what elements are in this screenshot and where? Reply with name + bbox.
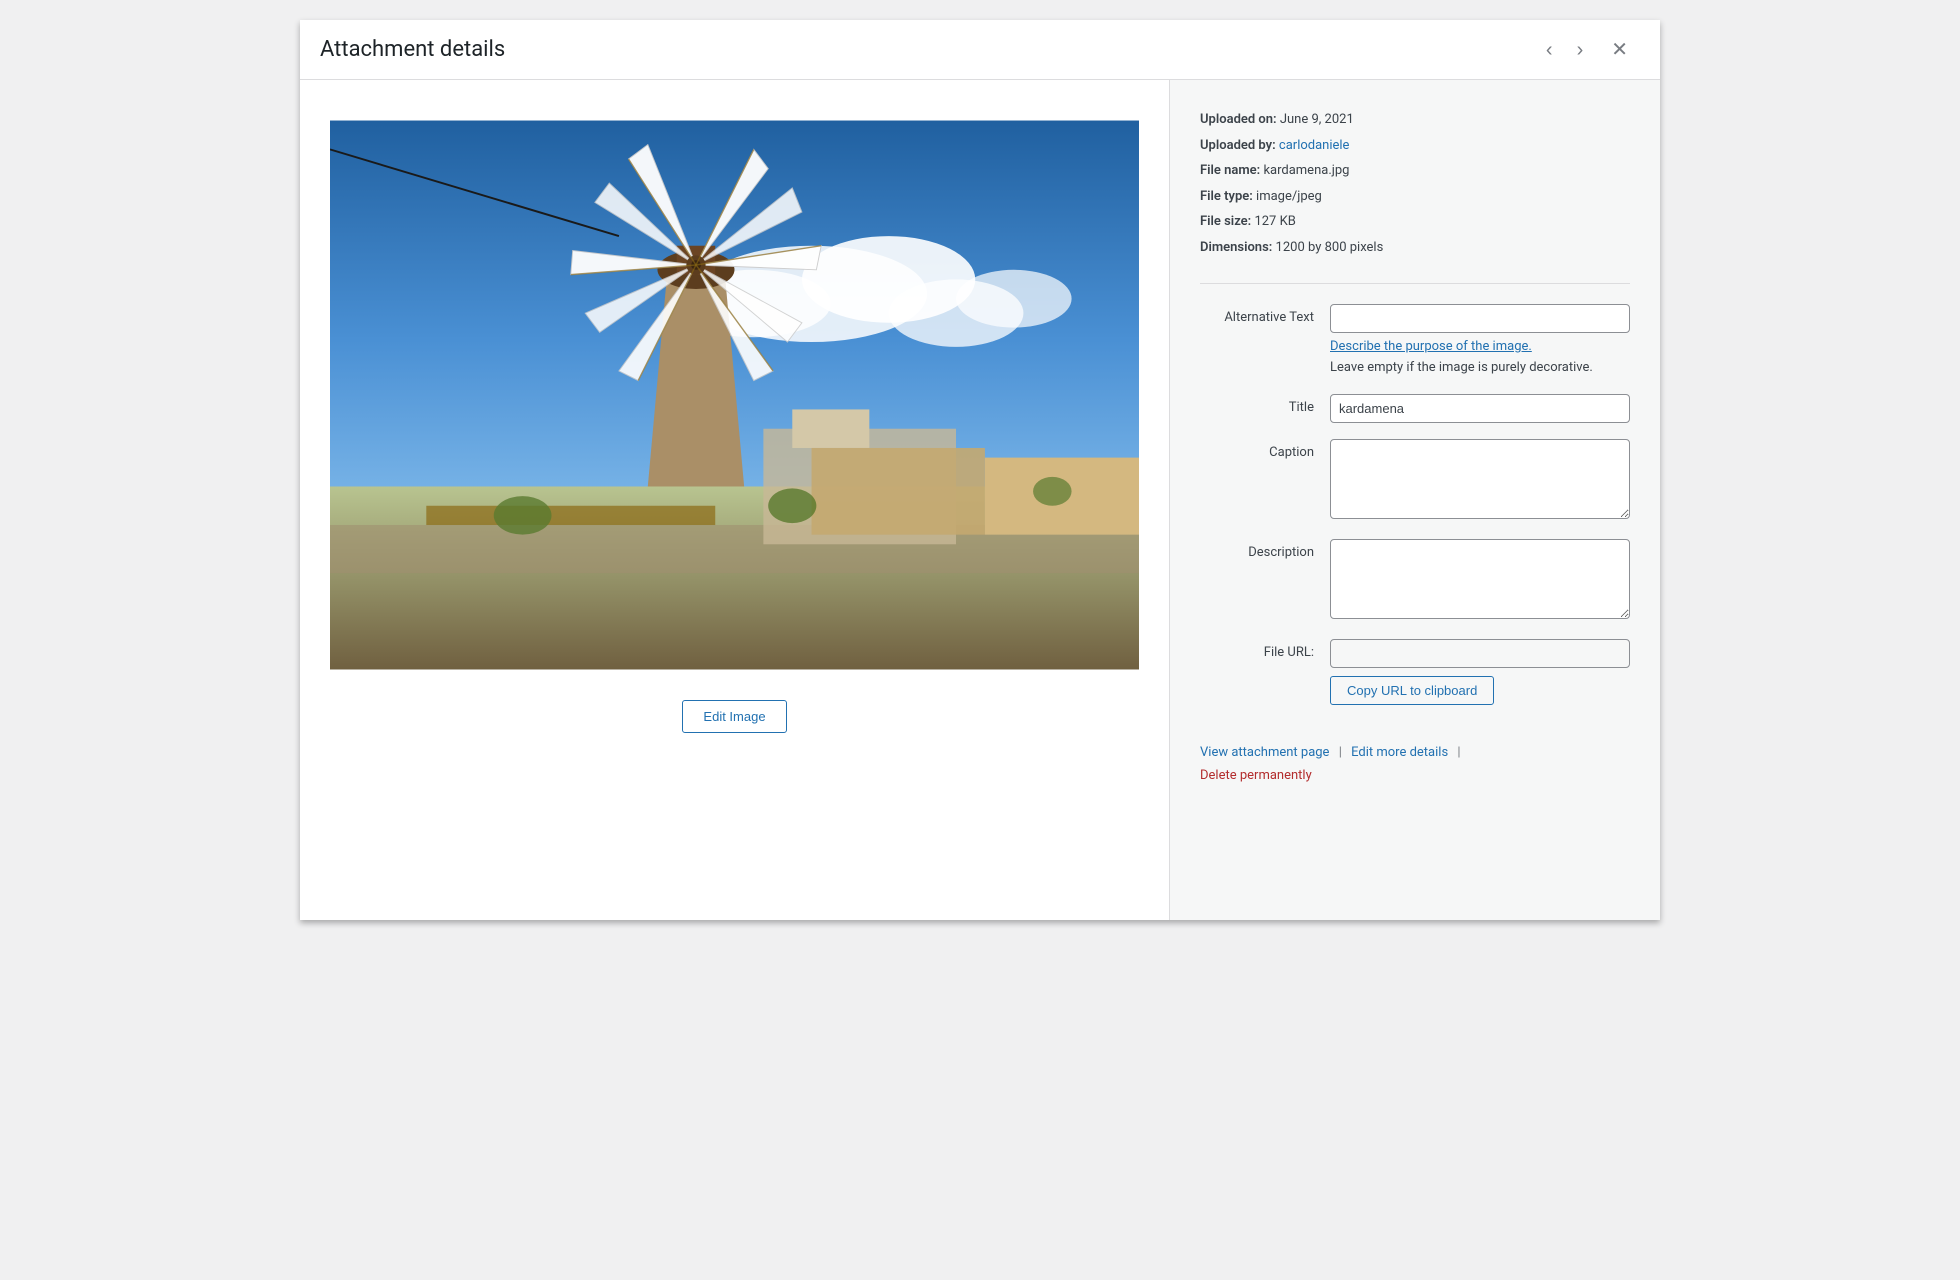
uploaded-by-link[interactable]: carlodaniele <box>1279 138 1350 153</box>
prev-button[interactable]: ‹ <box>1534 32 1565 68</box>
description-textarea[interactable] <box>1330 539 1630 619</box>
describe-purpose-link[interactable]: Describe the purpose of the image. <box>1330 339 1630 354</box>
view-attachment-link[interactable]: View attachment page <box>1200 745 1329 760</box>
caption-row: Caption <box>1200 439 1630 523</box>
attachment-details-modal: Attachment details ‹ › ✕ <box>300 20 1660 920</box>
file-url-label: File URL: <box>1200 639 1330 660</box>
describe-hint: Leave empty if the image is purely decor… <box>1330 358 1630 378</box>
caption-textarea[interactable] <box>1330 439 1630 519</box>
image-panel: Edit Image <box>300 80 1170 920</box>
footer-links: View attachment page | Edit more details… <box>1200 735 1630 783</box>
uploaded-on: Uploaded on: June 9, 2021 <box>1200 110 1630 130</box>
modal-title: Attachment details <box>320 37 1534 62</box>
next-button[interactable]: › <box>1565 32 1596 68</box>
image-svg <box>330 110 1139 680</box>
description-field <box>1330 539 1630 623</box>
title-label: Title <box>1200 394 1330 415</box>
uploaded-by: Uploaded by: carlodaniele <box>1200 136 1630 156</box>
separator-1: | <box>1339 745 1342 760</box>
description-row: Description <box>1200 539 1630 623</box>
title-row: Title <box>1200 394 1630 423</box>
file-url-input[interactable] <box>1330 639 1630 668</box>
file-name: File name: kardamena.jpg <box>1200 161 1630 181</box>
delete-permanently-link[interactable]: Delete permanently <box>1200 768 1630 783</box>
caption-label: Caption <box>1200 439 1330 460</box>
file-info-section: Uploaded on: June 9, 2021 Uploaded by: c… <box>1200 110 1630 284</box>
caption-field <box>1330 439 1630 523</box>
file-url-row: File URL: Copy URL to clipboard <box>1200 639 1630 705</box>
file-size: File size: 127 KB <box>1200 212 1630 232</box>
alt-text-input[interactable] <box>1330 304 1630 333</box>
details-panel: Uploaded on: June 9, 2021 Uploaded by: c… <box>1170 80 1660 920</box>
title-field <box>1330 394 1630 423</box>
alt-text-field: Describe the purpose of the image. Leave… <box>1330 304 1630 378</box>
modal-body: Edit Image Uploaded on: June 9, 2021 Upl… <box>300 80 1660 920</box>
file-url-field: Copy URL to clipboard <box>1330 639 1630 705</box>
modal-header: Attachment details ‹ › ✕ <box>300 20 1660 80</box>
description-label: Description <box>1200 539 1330 560</box>
dimensions: Dimensions: 1200 by 800 pixels <box>1200 238 1630 258</box>
edit-image-button[interactable]: Edit Image <box>682 700 786 733</box>
alt-text-label: Alternative Text <box>1200 304 1330 325</box>
alt-text-row: Alternative Text Describe the purpose of… <box>1200 304 1630 378</box>
file-type: File type: image/jpeg <box>1200 187 1630 207</box>
copy-url-button[interactable]: Copy URL to clipboard <box>1330 676 1494 705</box>
image-preview <box>330 110 1139 680</box>
close-button[interactable]: ✕ <box>1599 32 1640 68</box>
title-input[interactable] <box>1330 394 1630 423</box>
edit-more-link[interactable]: Edit more details <box>1351 745 1448 760</box>
separator-2: | <box>1457 745 1460 760</box>
